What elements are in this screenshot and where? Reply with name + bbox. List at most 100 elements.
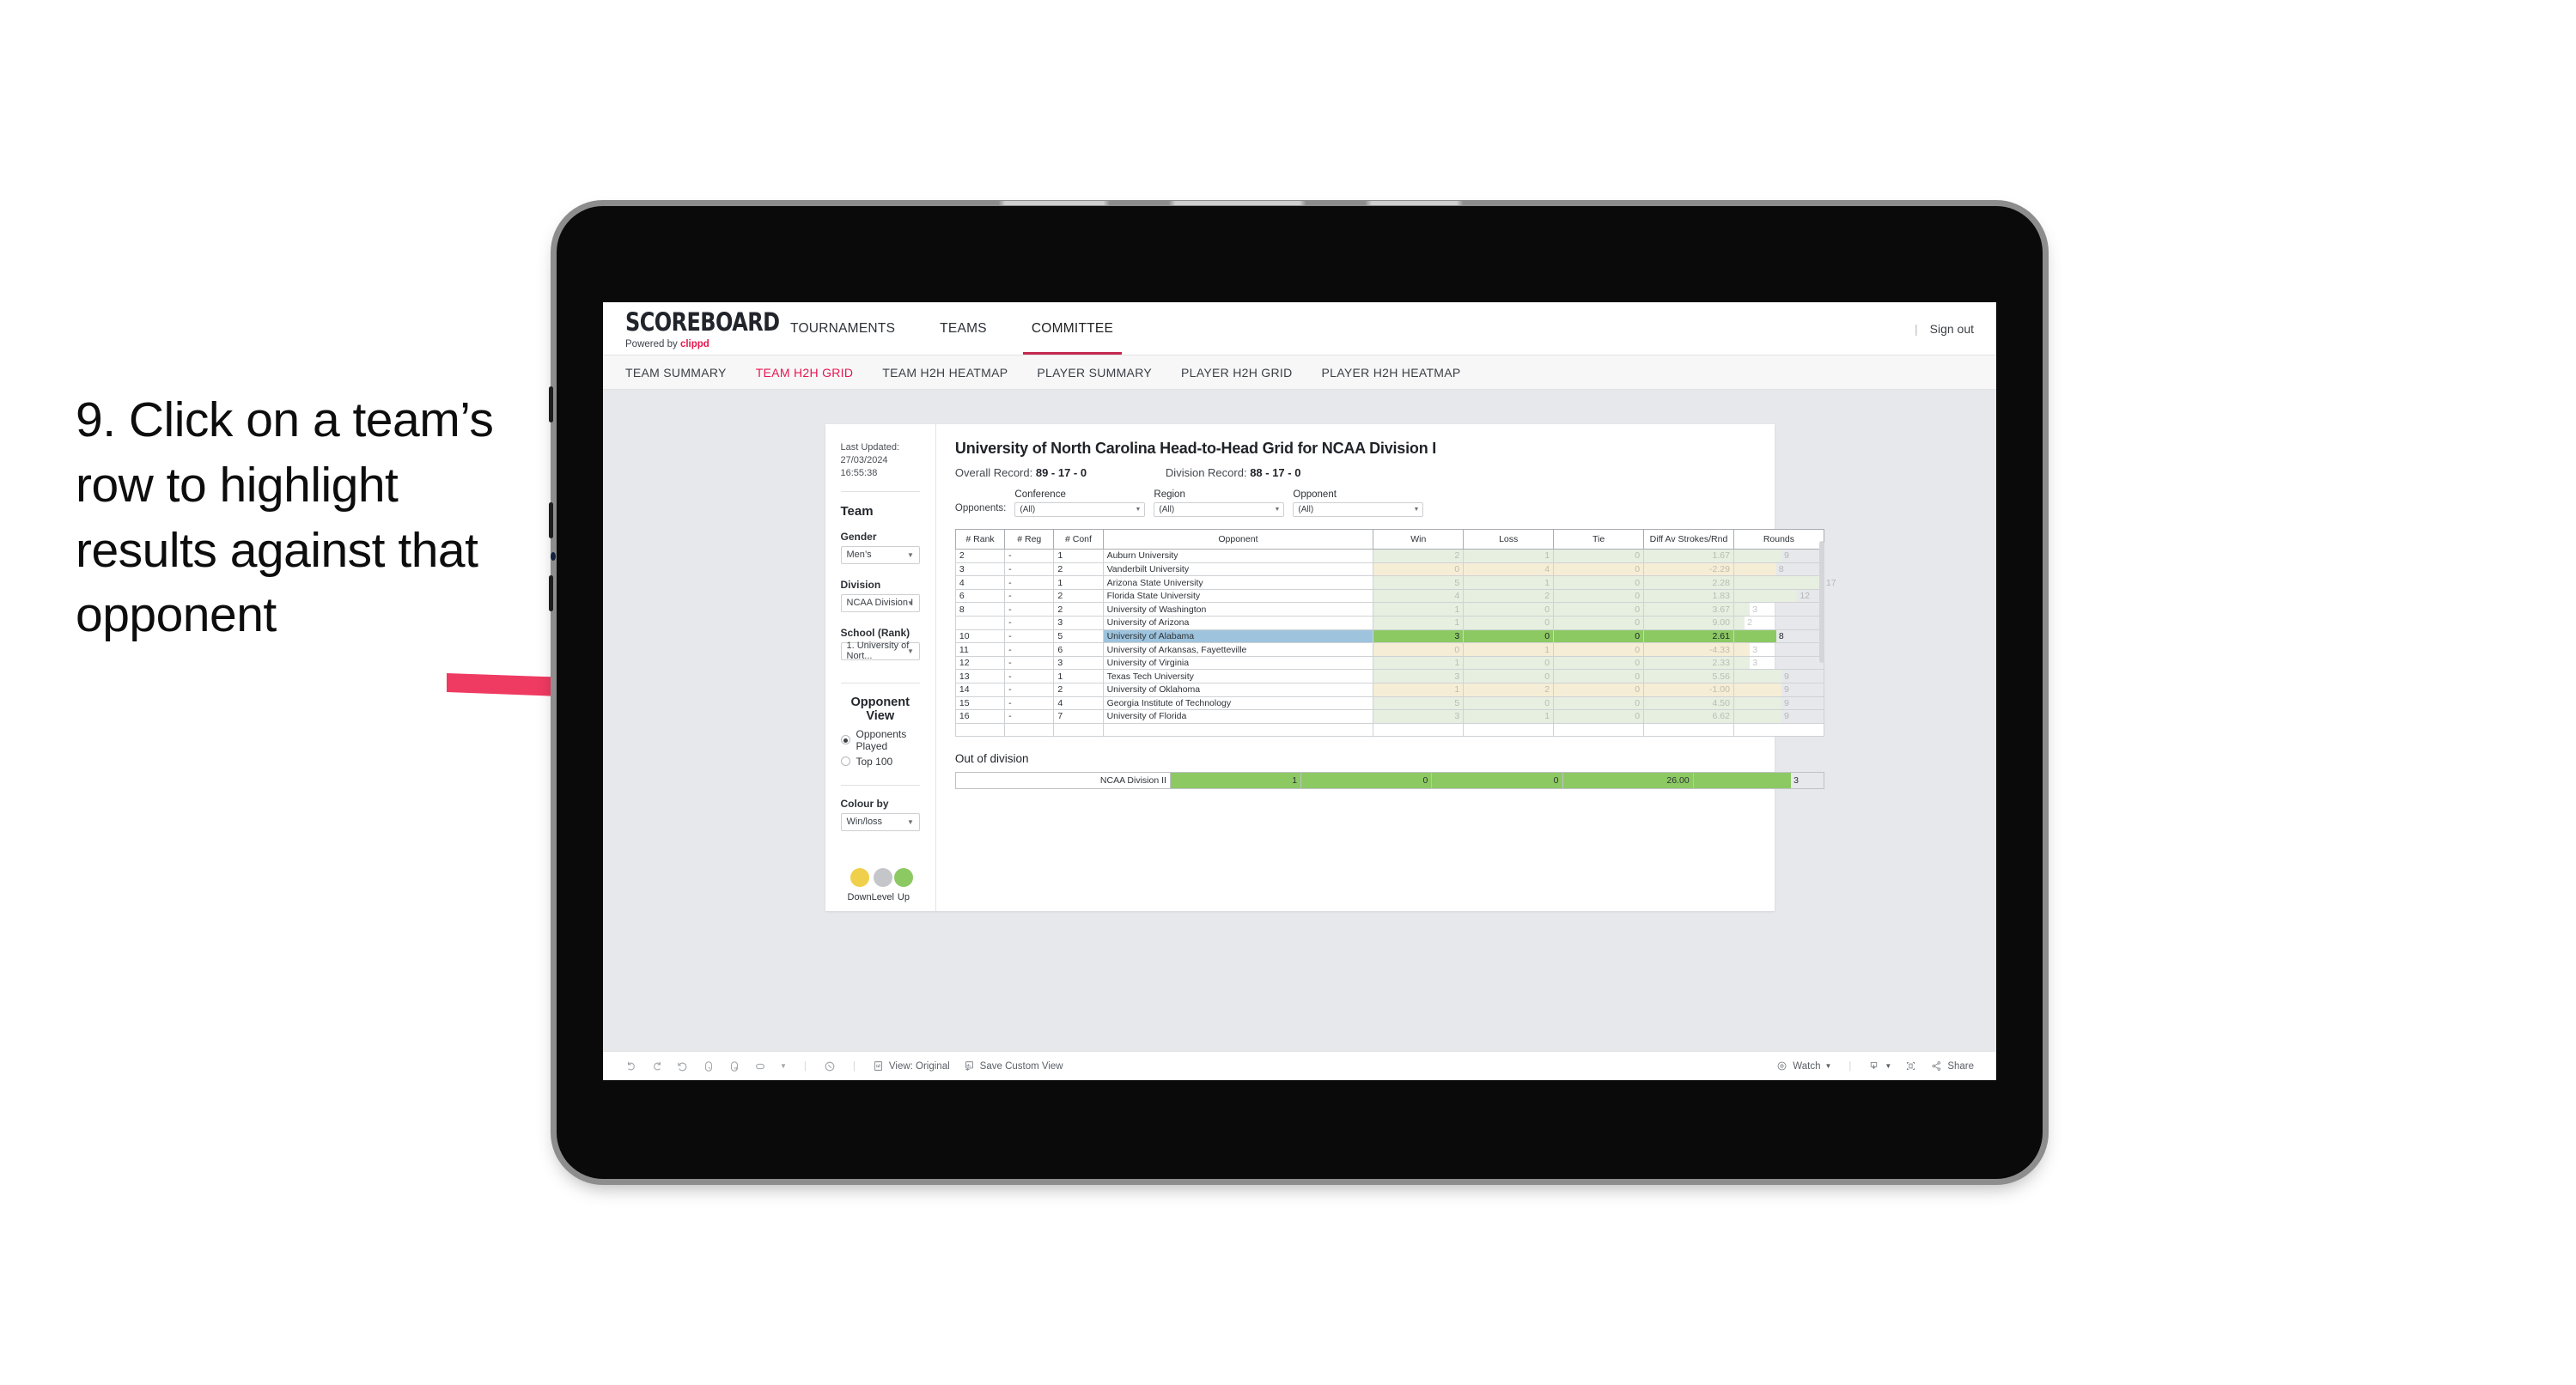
cell-reg-cell: - — [1004, 616, 1055, 630]
rounds-bar-cell: 2 — [1733, 617, 1824, 629]
cell-conf: 6 — [1057, 644, 1063, 655]
redo-icon[interactable] — [651, 1060, 663, 1072]
view-original-button[interactable]: View: Original — [873, 1060, 950, 1072]
table-row[interactable]: 16 - 7 University of Florida 3 1 0 6.62 9 — [954, 709, 1824, 724]
cell-rank-cell: 8 — [954, 602, 1006, 617]
nav-item-committee[interactable]: COMMITTEE — [1009, 302, 1136, 355]
cell-opponent-cell: University of Florida — [1102, 709, 1374, 724]
cell-rounds: 3 — [1752, 604, 1758, 615]
tab-team-h2h-heatmap[interactable]: TEAM H2H HEATMAP — [882, 366, 1008, 380]
view-original-label: View: Original — [888, 1060, 950, 1072]
cell-win: 3 — [1454, 711, 1460, 722]
cell-rounds: 8 — [1778, 630, 1784, 641]
loop-icon[interactable] — [754, 1060, 766, 1072]
table-row[interactable]: 13 - 1 Texas Tech University 3 0 0 5.56 9 — [954, 669, 1824, 683]
table-row[interactable]: 11 - 6 University of Arkansas, Fayetteville… — [954, 642, 1824, 657]
chevron-down-icon: ▼ — [1885, 1062, 1892, 1070]
tab-team-summary[interactable]: TEAM SUMMARY — [625, 366, 727, 380]
cell-tie-cell: 0 — [1553, 669, 1645, 683]
fullscreen-icon[interactable] — [1905, 1060, 1917, 1072]
col-opponent-label: Opponent — [1218, 534, 1258, 544]
cell-rounds-cell: 8 — [1733, 562, 1824, 577]
rounds-bar-cell: 17 — [1733, 576, 1836, 589]
chevron-down-icon[interactable]: ▼ — [780, 1062, 787, 1070]
cell-tie: 0 — [1635, 684, 1641, 696]
radio-opponents-played[interactable]: Opponents Played — [840, 728, 920, 752]
division-select[interactable]: NCAA Division I ▼ — [840, 593, 920, 612]
cell-tie: 0 — [1635, 604, 1641, 615]
cell-opponent-cell: Arizona State University — [1102, 575, 1374, 590]
cell-rank-cell: 4 — [954, 575, 1006, 590]
cell-rank: 12 — [959, 658, 970, 669]
cell-reg-cell: - — [1004, 655, 1055, 671]
refresh-icon[interactable] — [703, 1060, 715, 1072]
cell-diff-cell: 2.61 — [1643, 629, 1734, 644]
col-loss-label: Loss — [1499, 534, 1519, 544]
gender-select[interactable]: Men’s ▼ — [840, 545, 920, 564]
cell-rounds-cell: 2 — [1733, 616, 1824, 630]
school-select[interactable]: 1. University of Nort... ▼ — [840, 641, 920, 661]
table-row[interactable]: 2 - 1 Auburn University 2 1 0 1.67 9 — [954, 549, 1824, 563]
download-button[interactable]: ▼ — [1868, 1060, 1891, 1072]
col-conf-label: # Conf — [1065, 534, 1092, 544]
col-loss: Loss — [1463, 528, 1555, 550]
table-row[interactable]: - 3 University of Arizona 1 0 0 9.00 2 — [954, 616, 1824, 630]
app-top-bar: SCOREBOARD Powered by clippd TOURNAMENTS… — [603, 302, 1996, 355]
grid-scrollbar[interactable] — [1818, 541, 1824, 663]
table-row[interactable]: 10 - 5 University of Alabama 3 0 0 2.61 8 — [954, 629, 1824, 644]
nav-item-teams[interactable]: TEAMS — [917, 302, 1009, 355]
cell-rank: 2 — [959, 550, 965, 562]
tab-player-h2h-grid[interactable]: PLAYER H2H GRID — [1181, 366, 1293, 380]
cell-opponent-cell: Auburn University — [1102, 549, 1374, 563]
radio-top-100[interactable]: Top 100 — [840, 756, 920, 768]
save-custom-view-button[interactable]: Save Custom View — [964, 1060, 1063, 1072]
ood-tie-cell: 0 — [1431, 772, 1563, 790]
clear-icon[interactable] — [824, 1060, 836, 1072]
nav-item-tournaments[interactable]: TOURNAMENTS — [768, 302, 917, 355]
pause-icon[interactable] — [728, 1060, 740, 1072]
revert-icon[interactable] — [677, 1060, 689, 1072]
app-logo[interactable]: SCOREBOARD Powered by clippd — [603, 302, 780, 355]
table-row[interactable]: 6 - 2 Florida State University 4 2 0 1.83 12 — [954, 588, 1824, 604]
table-row[interactable]: 15 - 4 Georgia Institute of Technology 5 0 0 4.… — [954, 696, 1824, 711]
col-rounds: Rounds — [1733, 528, 1824, 550]
cell-diff-cell: 5.56 — [1643, 669, 1734, 683]
cell-win-cell: 1 — [1373, 616, 1465, 630]
gender-label: Gender — [840, 530, 877, 543]
sign-out-link[interactable]: Sign out — [1930, 322, 1974, 336]
table-row[interactable]: 3 - 2 Vanderbilt University 0 4 0 -2.29 8 — [954, 562, 1824, 577]
table-row[interactable]: 8 - 2 University of Washington 1 0 0 3.67 3 — [954, 602, 1824, 617]
cell-reg-cell: - — [1004, 575, 1055, 590]
cell-tie-cell: 0 — [1553, 562, 1645, 577]
cell-loss: 2 — [1544, 684, 1550, 696]
cell-conf-cell: 1 — [1053, 575, 1104, 590]
tab-player-h2h-heatmap[interactable]: PLAYER H2H HEATMAP — [1322, 366, 1461, 380]
out-of-division-title: Out of division — [954, 752, 1029, 766]
cell-rounds-cell: 17 — [1733, 575, 1836, 590]
share-button[interactable]: Share — [1931, 1060, 1974, 1072]
cell-rounds-cell: 3 — [1733, 602, 1824, 617]
out-of-division-table: NCAA Division II 1 0 0 26.00 3 — [954, 772, 1824, 790]
cell-loss-cell: 0 — [1463, 696, 1555, 711]
cell-opponent: Georgia Institute of Technology — [1106, 697, 1232, 708]
table-row[interactable]: 14 - 2 University of Oklahoma 1 2 0 -1.00 9 — [954, 683, 1824, 697]
rounds-bar-cell: 3 — [1733, 656, 1824, 670]
legend-label-up: Up — [897, 891, 910, 902]
watch-button[interactable]: Watch ▼ — [1776, 1060, 1831, 1072]
filter-opponent-select[interactable]: (All) ▼ — [1293, 502, 1424, 517]
cell-tie: 0 — [1635, 697, 1641, 708]
table-row[interactable]: 12 - 3 University of Virginia 1 0 0 2.33 3 — [954, 655, 1824, 671]
tab-player-summary[interactable]: PLAYER SUMMARY — [1037, 366, 1152, 380]
undo-icon[interactable] — [625, 1060, 637, 1072]
col-tie-label: Tie — [1592, 534, 1605, 544]
table-row[interactable]: NCAA Division II 1 0 0 26.00 3 — [954, 772, 1824, 790]
legend-label-level: Level — [871, 891, 894, 902]
table-row[interactable]: 4 - 1 Arizona State University 5 1 0 2.28 17 — [954, 575, 1836, 590]
tab-team-h2h-grid[interactable]: TEAM H2H GRID — [756, 366, 854, 380]
filter-region-select[interactable]: (All) ▼ — [1154, 502, 1285, 517]
cell-rounds: 9 — [1783, 711, 1789, 722]
colour-by-select[interactable]: Win/loss ▼ — [840, 812, 920, 831]
cell-loss-cell: 1 — [1463, 575, 1555, 590]
cell-tie: 0 — [1635, 644, 1641, 655]
filter-conference-select[interactable]: (All) ▼ — [1014, 502, 1146, 517]
